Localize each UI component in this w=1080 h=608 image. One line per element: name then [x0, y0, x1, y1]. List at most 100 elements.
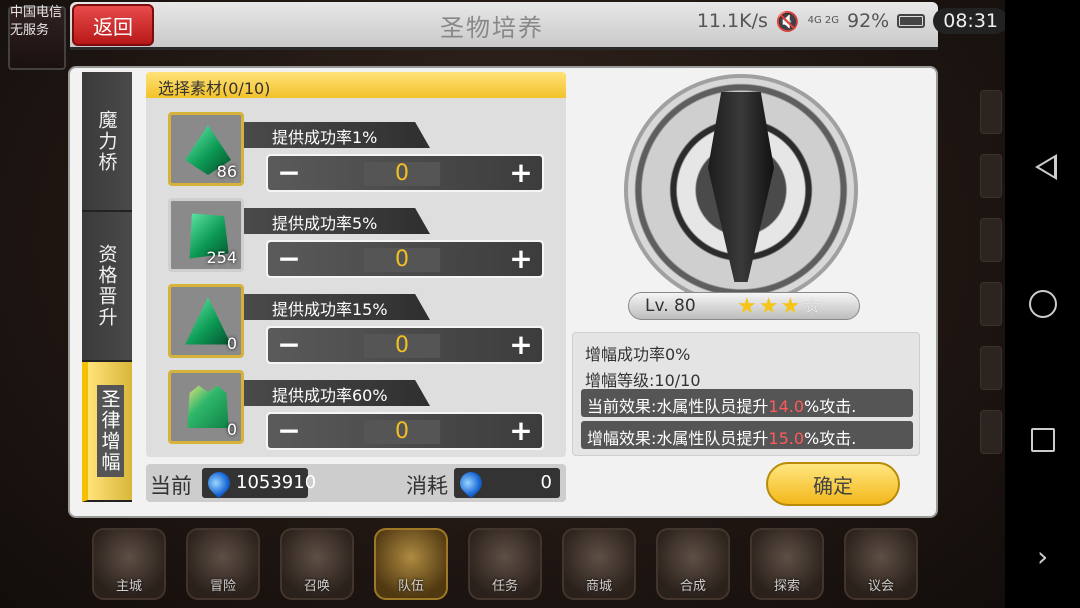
- tab-label: 圣律增幅: [96, 385, 124, 477]
- blue-gem-icon: [455, 467, 487, 499]
- nav-team[interactable]: 队伍: [374, 528, 448, 600]
- mute-icon: 🔇: [775, 10, 800, 33]
- quantity-value: 0: [364, 162, 440, 186]
- material-row: 0 提供成功率60% − 0 +: [168, 370, 548, 450]
- plus-button[interactable]: +: [508, 331, 534, 359]
- nav-explore[interactable]: 探索: [750, 528, 824, 600]
- side-tabs: 魔力桥 资格晋升 圣律增幅: [82, 72, 132, 504]
- material-count: 0: [226, 334, 237, 353]
- nav-label: 召唤: [303, 579, 330, 594]
- current-label: 当前: [150, 474, 192, 498]
- material-header: 选择素材(0/10): [146, 72, 566, 98]
- battery-percent: 92%: [847, 10, 890, 32]
- nav-adventure[interactable]: 冒险: [186, 528, 260, 600]
- tab-qualification[interactable]: 资格晋升: [82, 212, 132, 362]
- rate-label: 提供成功率5%: [244, 208, 430, 234]
- material-count: 86: [216, 162, 237, 181]
- amp-effect-suffix: %攻击.: [804, 429, 857, 448]
- currency-bar: 当前 1053910 消耗 0: [146, 464, 566, 502]
- nav-label: 议会: [867, 579, 894, 594]
- nav-label: 队伍: [397, 579, 424, 594]
- battery-icon: [897, 14, 926, 28]
- background-side-tabs: [980, 90, 1002, 510]
- minus-button[interactable]: −: [276, 331, 302, 359]
- back-triangle-icon[interactable]: [1035, 154, 1057, 180]
- nav-shop[interactable]: 商城: [562, 528, 636, 600]
- confirm-button[interactable]: 确定: [766, 462, 900, 506]
- net-speed: 11.1K/s: [696, 10, 768, 32]
- nav-synthesis[interactable]: 合成: [656, 528, 730, 600]
- tab-label: 魔力桥: [95, 109, 118, 173]
- minus-button[interactable]: −: [276, 159, 302, 187]
- current-value: 1053910: [236, 472, 317, 493]
- nav-summon[interactable]: 召唤: [280, 528, 354, 600]
- quantity-stepper: − 0 +: [266, 154, 544, 192]
- star-filled-icon: ★: [780, 294, 803, 319]
- material-slot[interactable]: 254: [168, 198, 244, 272]
- plus-button[interactable]: +: [508, 417, 534, 445]
- tab-magic-bridge[interactable]: 魔力桥: [82, 72, 132, 212]
- tab-amplify[interactable]: 圣律增幅: [82, 362, 132, 502]
- home-circle-icon[interactable]: [1029, 290, 1057, 318]
- cost-currency: 0: [454, 467, 560, 499]
- material-count: 254: [206, 248, 237, 267]
- carrier-name: 中国电信: [10, 5, 63, 20]
- blue-gem-icon: [203, 467, 235, 499]
- star-empty-icon: ☆: [802, 294, 824, 319]
- carrier-service: 无服务: [10, 23, 50, 38]
- star-filled-icon: ★: [737, 294, 759, 319]
- cost-label: 消耗: [406, 474, 448, 498]
- amp-effect-value: 15.0: [768, 429, 805, 448]
- rate-label: 提供成功率15%: [244, 294, 430, 320]
- android-navigation-bar: ›: [1005, 0, 1080, 608]
- nav-label: 冒险: [209, 579, 236, 594]
- nav-castle[interactable]: 主城: [92, 528, 166, 600]
- current-effect-prefix: 当前效果:水属性队员提升: [587, 397, 769, 416]
- nav-council[interactable]: 议会: [844, 528, 918, 600]
- current-effect: 当前效果:水属性队员提升14.0%攻击.: [581, 389, 913, 417]
- amp-effect: 增幅效果:水属性队员提升15.0%攻击.: [581, 421, 913, 449]
- quantity-value: 0: [364, 248, 440, 272]
- material-slot[interactable]: 86: [168, 112, 244, 186]
- nav-label: 合成: [679, 579, 706, 594]
- quantity-value: 0: [364, 334, 440, 358]
- material-slot[interactable]: 0: [168, 370, 244, 444]
- material-row: 254 提供成功率5% − 0 +: [168, 198, 548, 278]
- green-crystal-crown-icon: [187, 385, 229, 428]
- plus-button[interactable]: +: [508, 245, 534, 273]
- carrier-info: 中国电信 无服务: [10, 4, 62, 40]
- quantity-stepper: − 0 +: [266, 240, 544, 278]
- nav-label: 商城: [585, 579, 612, 594]
- page-title: 圣物培养: [440, 14, 544, 42]
- material-slot[interactable]: 0: [168, 284, 244, 358]
- material-count: 0: [226, 420, 237, 439]
- nav-label: 任务: [491, 579, 518, 594]
- star-filled-icon: ★: [758, 294, 781, 319]
- cost-value: 0: [540, 472, 552, 493]
- rate-label: 提供成功率1%: [244, 122, 430, 148]
- amp-effect-prefix: 增幅效果:水属性队员提升: [587, 429, 769, 448]
- signal-icon: 4G 2G: [807, 15, 839, 26]
- quantity-value: 0: [364, 420, 440, 444]
- system-status: 11.1K/s 🔇 4G 2G 92% 08:31: [697, 8, 1008, 34]
- chevron-right-icon[interactable]: ›: [1037, 540, 1048, 573]
- amp-level: 增幅等级:10/10: [585, 371, 701, 390]
- material-selector: 选择素材(0/10) 86 提供成功率1% − 0 + 254 提供成功率5% …: [146, 72, 566, 457]
- material-row: 0 提供成功率15% − 0 +: [168, 284, 548, 364]
- recent-apps-icon[interactable]: [1031, 428, 1055, 452]
- plus-button[interactable]: +: [508, 159, 534, 187]
- back-button[interactable]: 返回: [72, 4, 154, 46]
- current-effect-suffix: %攻击.: [804, 397, 857, 416]
- relic-level: Lv. 80: [645, 296, 696, 316]
- minus-button[interactable]: −: [276, 417, 302, 445]
- bottom-nav: 主城 冒险 召唤 队伍 任务 商城 合成 探索 议会: [92, 528, 922, 600]
- material-row: 86 提供成功率1% − 0 +: [168, 112, 548, 192]
- star-rating: ★★★☆: [737, 294, 824, 319]
- current-currency: 1053910: [202, 467, 316, 499]
- minus-button[interactable]: −: [276, 245, 302, 273]
- nav-label: 探索: [773, 579, 800, 594]
- green-crystal-pyramid-icon: [185, 297, 231, 345]
- nav-quest[interactable]: 任务: [468, 528, 542, 600]
- clock: 08:31: [933, 8, 1008, 34]
- success-rate: 增幅成功率0%: [585, 345, 691, 364]
